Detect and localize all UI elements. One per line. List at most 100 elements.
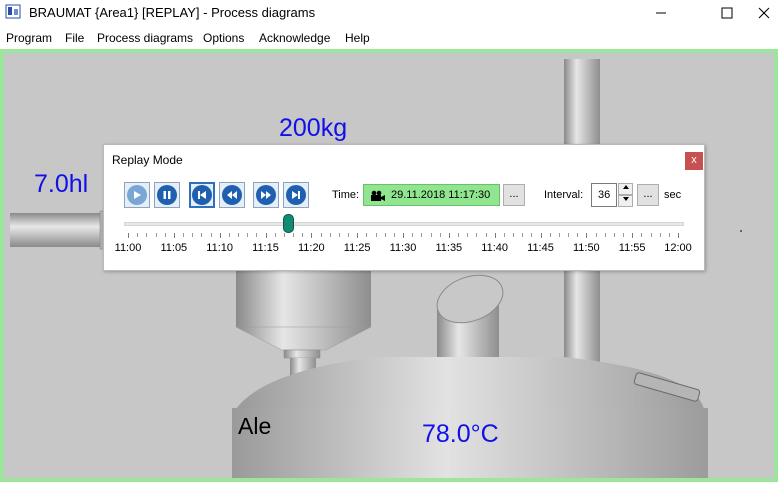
timeline-tick [448,233,450,238]
timeline-tick [604,233,606,237]
timeline-tick [274,233,276,237]
interval-unit: sec [664,189,682,201]
timeline-tick [183,233,184,237]
menu-options[interactable]: Options [203,31,244,45]
timeline-tick [623,233,624,237]
play-icon [127,185,147,205]
timeline-tick [641,233,643,237]
timeline-tick [467,233,469,237]
timeline-tick [412,233,414,237]
timeline-tick [577,233,579,237]
skip-to-end-button[interactable] [283,182,309,208]
timeline-label: 11:25 [343,242,371,254]
timeline-label: 11:05 [160,242,188,254]
rewind-icon [222,185,242,205]
timeline-tick [393,233,395,237]
rewind-button[interactable] [219,182,245,208]
dialog-title: Replay Mode [112,153,183,167]
timeline-tick [173,233,175,238]
interval-up-button[interactable] [618,183,633,195]
timeline-tick [439,233,441,237]
minimize-icon [656,12,666,14]
fast-forward-button[interactable] [253,182,279,208]
timeline-tick [164,233,166,237]
timeline-label: 11:35 [435,242,463,254]
time-label: Time: [332,189,360,201]
timeline-tick [558,233,560,237]
interval-browse-button[interactable]: ... [637,184,659,206]
timeline-tick [595,233,597,237]
spin-up-icon [622,185,629,189]
menu-help[interactable]: Help [345,31,370,45]
close-icon [758,7,770,19]
timeline-tick [192,233,194,237]
interval-value: 36 [598,189,611,201]
close-window-button[interactable] [750,0,778,26]
timeline-tick [503,233,505,237]
dialog-close-button[interactable]: x [685,152,703,170]
timeline-tick [485,233,487,237]
interval-input[interactable]: 36 [591,183,617,207]
timeline-tick [247,233,249,237]
timeline-tick [293,233,294,237]
minimize-button[interactable] [638,0,684,26]
timeline-tick [668,233,670,237]
timeline-label: 11:20 [297,242,325,254]
timeline-tick [137,233,139,237]
vessel-name: Ale [238,413,272,439]
timeline-tick [513,233,514,237]
timeline-label: 11:00 [114,242,142,254]
braumat-app-icon [5,4,21,19]
timeline-tick [210,233,212,237]
timeline-tick [265,233,267,238]
timeline-label: 11:40 [481,242,509,254]
skip-to-end-icon [286,185,306,205]
time-browse-button[interactable]: ... [503,184,525,206]
pause-icon [157,185,177,205]
skip-to-start-button[interactable] [189,182,215,208]
timeline-track[interactable] [124,222,684,226]
timeline-tick [476,233,478,237]
timeline-tick [531,233,533,237]
maximize-button[interactable] [704,0,750,26]
timeline-label: 11:10 [206,242,234,254]
timeline-label: 11:50 [572,242,600,254]
maximize-icon [721,7,733,19]
volume-value: 7.0hl [34,170,89,198]
timeline-label: 11:55 [618,242,646,254]
menu-acknowledge[interactable]: Acknowledge [259,31,330,45]
timeline-label: 12:00 [664,242,692,254]
menu-program[interactable]: Program [6,31,52,45]
timeline-tick [302,233,304,237]
interval-label: Interval: [544,189,584,201]
menu-process-diagrams[interactable]: Process diagrams [97,31,193,45]
play-button[interactable] [124,182,150,208]
time-value: 29.11.2018 11:17:30 [391,189,491,201]
timeline-tick [632,233,634,238]
timeline-tick [256,233,258,237]
pause-button[interactable] [154,182,180,208]
timeline-label: 11:30 [389,242,417,254]
skip-to-start-icon [192,185,212,205]
interval-down-button[interactable] [618,195,633,207]
timeline-tick [128,233,129,238]
timeline-tick [384,233,386,237]
timeline-tick [522,233,524,237]
timeline-tick [146,233,148,237]
timeline-tick [403,233,404,238]
menu-bar: Program File Process diagrams Options Ac… [0,27,778,49]
timeline-tick [430,233,432,237]
menu-file[interactable]: File [65,31,84,45]
timeline-tick [586,233,588,238]
time-field[interactable]: 29.11.2018 11:17:30 [363,184,500,206]
timeline-tick [421,233,423,237]
timeline-tick [283,233,285,237]
timeline-tick [659,233,661,237]
window-title: BRAUMAT {Area1} [REPLAY] - Process diagr… [29,5,316,20]
timeline-tick [494,233,496,238]
replay-mode-dialog: Replay Mode x Time: 29.11.2018 11:17:30 … [103,144,705,271]
timeline-slider-thumb[interactable] [283,214,295,233]
timeline-tick [375,233,377,237]
hopper [236,271,371,327]
timeline-tick [201,233,203,237]
